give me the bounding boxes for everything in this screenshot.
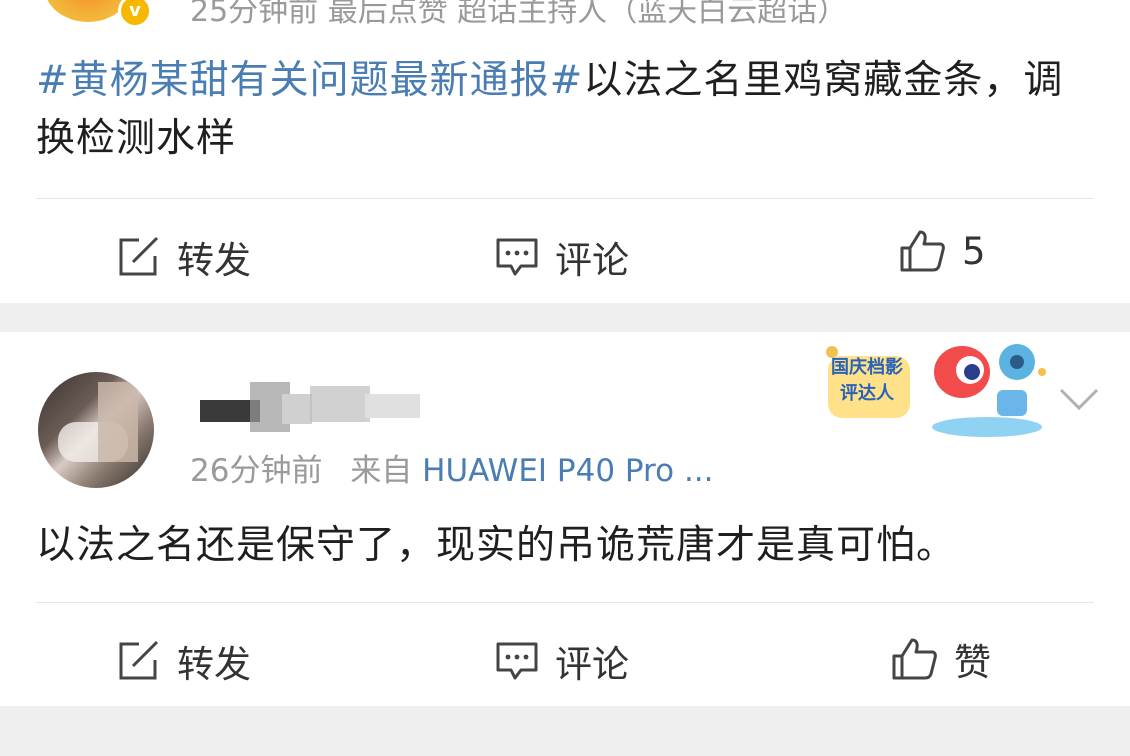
avatar-blur: [98, 382, 138, 462]
post-meta: 25分钟前 最后点赞 超话主持人（蓝天白云超话）: [190, 0, 848, 29]
post-text: #黄杨某甜有关问题最新通报#以法之名里鸡窝藏金条，调换检测水样: [36, 52, 1096, 168]
post-text: 以法之名还是保守了，现实的吊诡荒唐才是真可怕。: [36, 523, 957, 568]
comment-icon: [496, 642, 538, 680]
comment-label: 评论: [555, 643, 629, 686]
like-icon: [900, 230, 945, 272]
comment-label: 评论: [555, 239, 629, 282]
repost-icon: [119, 236, 159, 276]
username-blurred[interactable]: [200, 382, 430, 432]
post-meta: 26分钟前 来自 HUAWEI P40 Pro ...: [190, 445, 714, 490]
verified-icon: v: [118, 0, 152, 28]
like-icon: [892, 638, 937, 680]
post-card-1: v 25分钟前 最后点赞 超话主持人（蓝天白云超话） #黄杨某甜有关问题最新通报…: [0, 0, 1130, 303]
like-button[interactable]: 5: [898, 228, 986, 274]
source-link[interactable]: HUAWEI P40 Pro ...: [422, 453, 713, 489]
repost-button[interactable]: 转发: [117, 634, 251, 688]
chevron-down-icon[interactable]: [1058, 386, 1100, 414]
comment-button[interactable]: 评论: [495, 230, 629, 284]
divider: [36, 198, 1094, 199]
repost-label: 转发: [177, 643, 251, 686]
avatar[interactable]: [38, 372, 154, 488]
post-time: 26分钟前: [190, 453, 323, 489]
divider: [36, 602, 1094, 603]
repost-label: 转发: [177, 239, 251, 282]
repost-icon: [119, 640, 159, 680]
repost-button[interactable]: 转发: [117, 230, 251, 284]
badge-label: 国庆档影评达人: [831, 357, 903, 404]
like-button[interactable]: 赞: [890, 632, 991, 686]
comment-button[interactable]: 评论: [495, 634, 629, 688]
source-prefix: 来自: [350, 453, 413, 489]
like-label: 赞: [954, 641, 991, 684]
comment-icon: [496, 238, 538, 276]
hashtag-link[interactable]: #黄杨某甜有关问题最新通报#: [36, 58, 583, 103]
like-count: 5: [962, 229, 986, 273]
